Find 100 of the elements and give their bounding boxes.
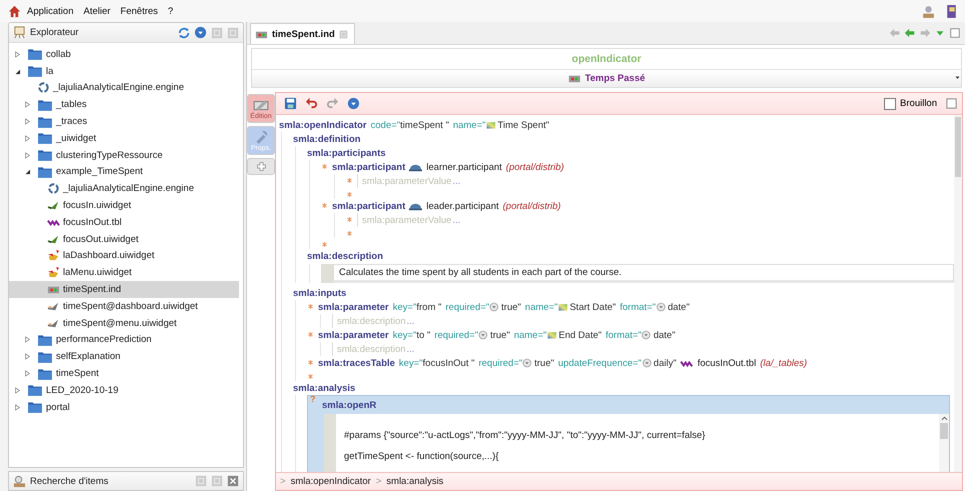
tree-item[interactable]: _lajuliaAnalyticalEngine.engine (9, 80, 239, 96)
menu-item[interactable]: Fenêtres (116, 4, 162, 18)
element-row[interactable]: smla:analysis (293, 381, 954, 395)
asterisk-icon[interactable] (346, 230, 353, 237)
element-tag[interactable]: smla:participants (307, 148, 386, 158)
element-tag[interactable]: smla:definition (293, 134, 361, 144)
element-row[interactable]: smla:definition (293, 132, 954, 146)
tree-item[interactable]: _uiwidget (9, 130, 239, 147)
maximize-icon[interactable] (945, 97, 958, 110)
attribute-value[interactable]: true" (522, 358, 554, 368)
asterisk-icon[interactable] (346, 177, 353, 184)
element-row[interactable]: smla:openIndicator code="timeSpent " name=" Time Spent" (279, 118, 954, 132)
reference-link[interactable]: focusInOut.tbl (697, 358, 756, 368)
attribute-value[interactable]: true" (478, 330, 510, 340)
asterisk-icon[interactable] (321, 163, 328, 170)
element-row[interactable]: smla:tracesTable key="focusInOut " required=" true" updateFrequence=" daily" focusInOut.tbl (la/_tables) (318, 356, 954, 370)
element-row[interactable]: smla:participant learner.participant (portal/distrib) (332, 160, 954, 174)
tree-item[interactable]: _traces (9, 113, 239, 130)
element-tag[interactable]: smla:description (307, 250, 384, 262)
tree-item[interactable]: _lajuliaAnalyticalEngine.engine (9, 180, 239, 198)
element-row[interactable]: smla:parameter key="to " required=" true" name=" End Date" format=" date" (318, 328, 954, 342)
element-tag[interactable]: smla:inputs (293, 288, 346, 298)
menu-item[interactable]: Application (23, 4, 78, 18)
asterisk-icon[interactable] (307, 359, 314, 366)
element-tag[interactable]: smla:parameter (318, 302, 389, 312)
tree-item[interactable]: _tables (9, 96, 239, 114)
element-row[interactable]: smla:parameter key="from " required=" true" name=" Start Date" format=" date" (318, 300, 954, 314)
breadcrumb-item[interactable]: smla:analysis (386, 476, 444, 487)
attribute-value[interactable]: Time Spent" (486, 120, 550, 130)
asterisk-icon[interactable] (307, 373, 314, 380)
tree-item[interactable]: focusOut.uiwidget (9, 230, 239, 248)
tree-item[interactable]: example_TimeSpent (9, 164, 239, 180)
asterisk-icon[interactable] (346, 191, 353, 198)
element-tag[interactable]: smla:participant (332, 200, 406, 212)
editor-tab[interactable]: timeSpent.ind (250, 23, 355, 44)
person-icon[interactable] (921, 4, 936, 18)
redo-icon[interactable] (326, 97, 339, 110)
refresh-icon[interactable] (178, 26, 190, 38)
tree-item[interactable]: timeSpent@dashboard.uiwidget (9, 298, 239, 315)
save-icon[interactable] (284, 97, 297, 110)
description-field[interactable]: Calculates the time spent by all students in each part of the course. (333, 264, 954, 283)
attribute-value[interactable]: date" (641, 330, 676, 340)
tree-item[interactable]: portal (9, 398, 239, 416)
attribute-value[interactable]: Start Date" (558, 302, 616, 312)
back-arrow-icon[interactable] (904, 27, 916, 39)
asterisk-icon[interactable] (307, 331, 314, 338)
attribute-value[interactable]: true" (489, 302, 522, 312)
element-row[interactable]: smla:description (307, 249, 954, 263)
element-row[interactable]: smla:participants (307, 146, 954, 160)
house-icon[interactable] (8, 4, 21, 18)
element-tag[interactable]: smla:openIndicator (279, 120, 367, 130)
breadcrumb-item[interactable]: smla:openIndicator (290, 476, 371, 487)
element-tag[interactable]: smla:analysis (293, 382, 356, 394)
tree-item[interactable]: focusInOut.tbl (9, 214, 239, 231)
maximize-icon[interactable] (949, 27, 961, 39)
tree-item[interactable]: focusIn.uiwidget (9, 197, 239, 214)
attribute-value[interactable]: daily" (642, 358, 676, 368)
asterisk-icon[interactable] (321, 202, 328, 209)
element-tag[interactable]: smla:tracesTable (318, 358, 395, 368)
tree-item[interactable]: timeSpent.ind (9, 281, 239, 298)
attribute-value[interactable]: focusInOut " (422, 358, 475, 368)
element-row[interactable]: smla:participant leader.participant (portal/distrib) (332, 199, 954, 213)
menu-item[interactable]: ? (164, 4, 178, 18)
tree-item[interactable]: LED_2020-10-19 (9, 382, 239, 399)
tree-item[interactable]: laMenu.uiwidget (9, 264, 239, 282)
tree-item[interactable]: la (9, 62, 239, 80)
reference-link[interactable]: leader.participant (426, 200, 499, 212)
draft-checkbox[interactable]: Brouillon (884, 98, 937, 110)
element-tag[interactable]: smla:participant (332, 162, 406, 172)
asterisk-icon[interactable] (307, 303, 314, 310)
dropdown-circle-icon[interactable] (347, 97, 360, 110)
attribute-value[interactable]: to " (416, 330, 430, 340)
tree-item[interactable]: laDashboard.uiwidget (9, 248, 239, 264)
close-icon[interactable] (227, 475, 239, 487)
reference-link[interactable]: learner.participant (426, 162, 502, 172)
tree-item[interactable]: timeSpent (9, 365, 239, 382)
asterisk-icon[interactable] (346, 216, 353, 223)
attribute-value[interactable]: timeSpent " (400, 120, 449, 130)
dropdown-circle-icon[interactable] (194, 26, 207, 39)
checkbox-square[interactable] (884, 98, 896, 110)
attribute-value[interactable]: date" (656, 302, 690, 312)
tree-item[interactable]: performancePrediction (9, 332, 239, 348)
indicator-selector[interactable]: Temps Passé (252, 70, 961, 87)
side-tab[interactable] (247, 158, 275, 175)
tree-item[interactable]: selfExplanation (9, 348, 239, 366)
menu-item[interactable]: Atelier (79, 4, 114, 18)
attribute-value[interactable]: from " (416, 302, 442, 312)
attribute-value[interactable]: End Date" (546, 330, 602, 340)
asterisk-icon[interactable] (321, 241, 328, 248)
undo-icon[interactable] (305, 97, 318, 110)
book-icon[interactable] (944, 4, 959, 18)
element-tag[interactable]: smla:parameter (318, 330, 389, 340)
scroll-up-icon[interactable] (940, 414, 948, 423)
caret-icon[interactable] (954, 74, 961, 81)
element-row[interactable]: smla:inputs (293, 286, 954, 300)
element-tag[interactable]: smla:openR (322, 400, 376, 410)
tree-item[interactable]: clusteringTypeRessource (9, 146, 239, 164)
tree-item[interactable]: collab (9, 46, 239, 63)
tree-item[interactable]: timeSpent@menu.uiwidget (9, 314, 239, 332)
expander-icon[interactable] (23, 167, 32, 176)
